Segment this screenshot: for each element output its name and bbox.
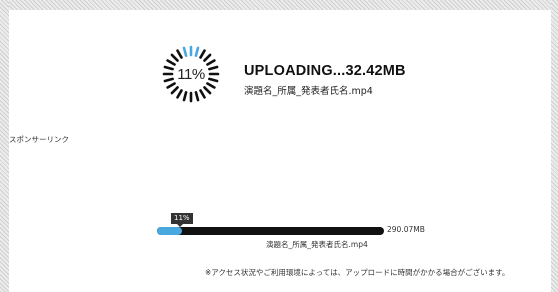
frame-top-border — [0, 0, 558, 10]
progress-tooltip: 11% — [171, 213, 193, 227]
sponsor-link[interactable]: スポンサーリンク — [9, 134, 69, 145]
progress-bar-track — [157, 227, 384, 235]
upload-page: 11% UPLOADING...32.42MB 演題名_所属_発表者氏名.mp4… — [0, 0, 558, 292]
upload-notice: ※アクセス状況やご利用環境によっては、アップロードに時間がかかる場合がございます… — [205, 268, 510, 277]
frame-right-border — [551, 0, 558, 292]
spinner-percent-label: 11% — [177, 65, 205, 83]
upload-status-title: UPLOADING...32.42MB — [244, 63, 406, 79]
progress-total-size: 290.07MB — [387, 225, 425, 234]
progress-file-name: 演題名_所属_発表者氏名.mp4 — [266, 240, 368, 249]
frame-left-border — [0, 0, 9, 292]
upload-file-name: 演題名_所属_発表者氏名.mp4 — [244, 86, 373, 97]
upload-spinner: 11% — [162, 45, 220, 103]
progress-bar-fill — [157, 227, 182, 235]
